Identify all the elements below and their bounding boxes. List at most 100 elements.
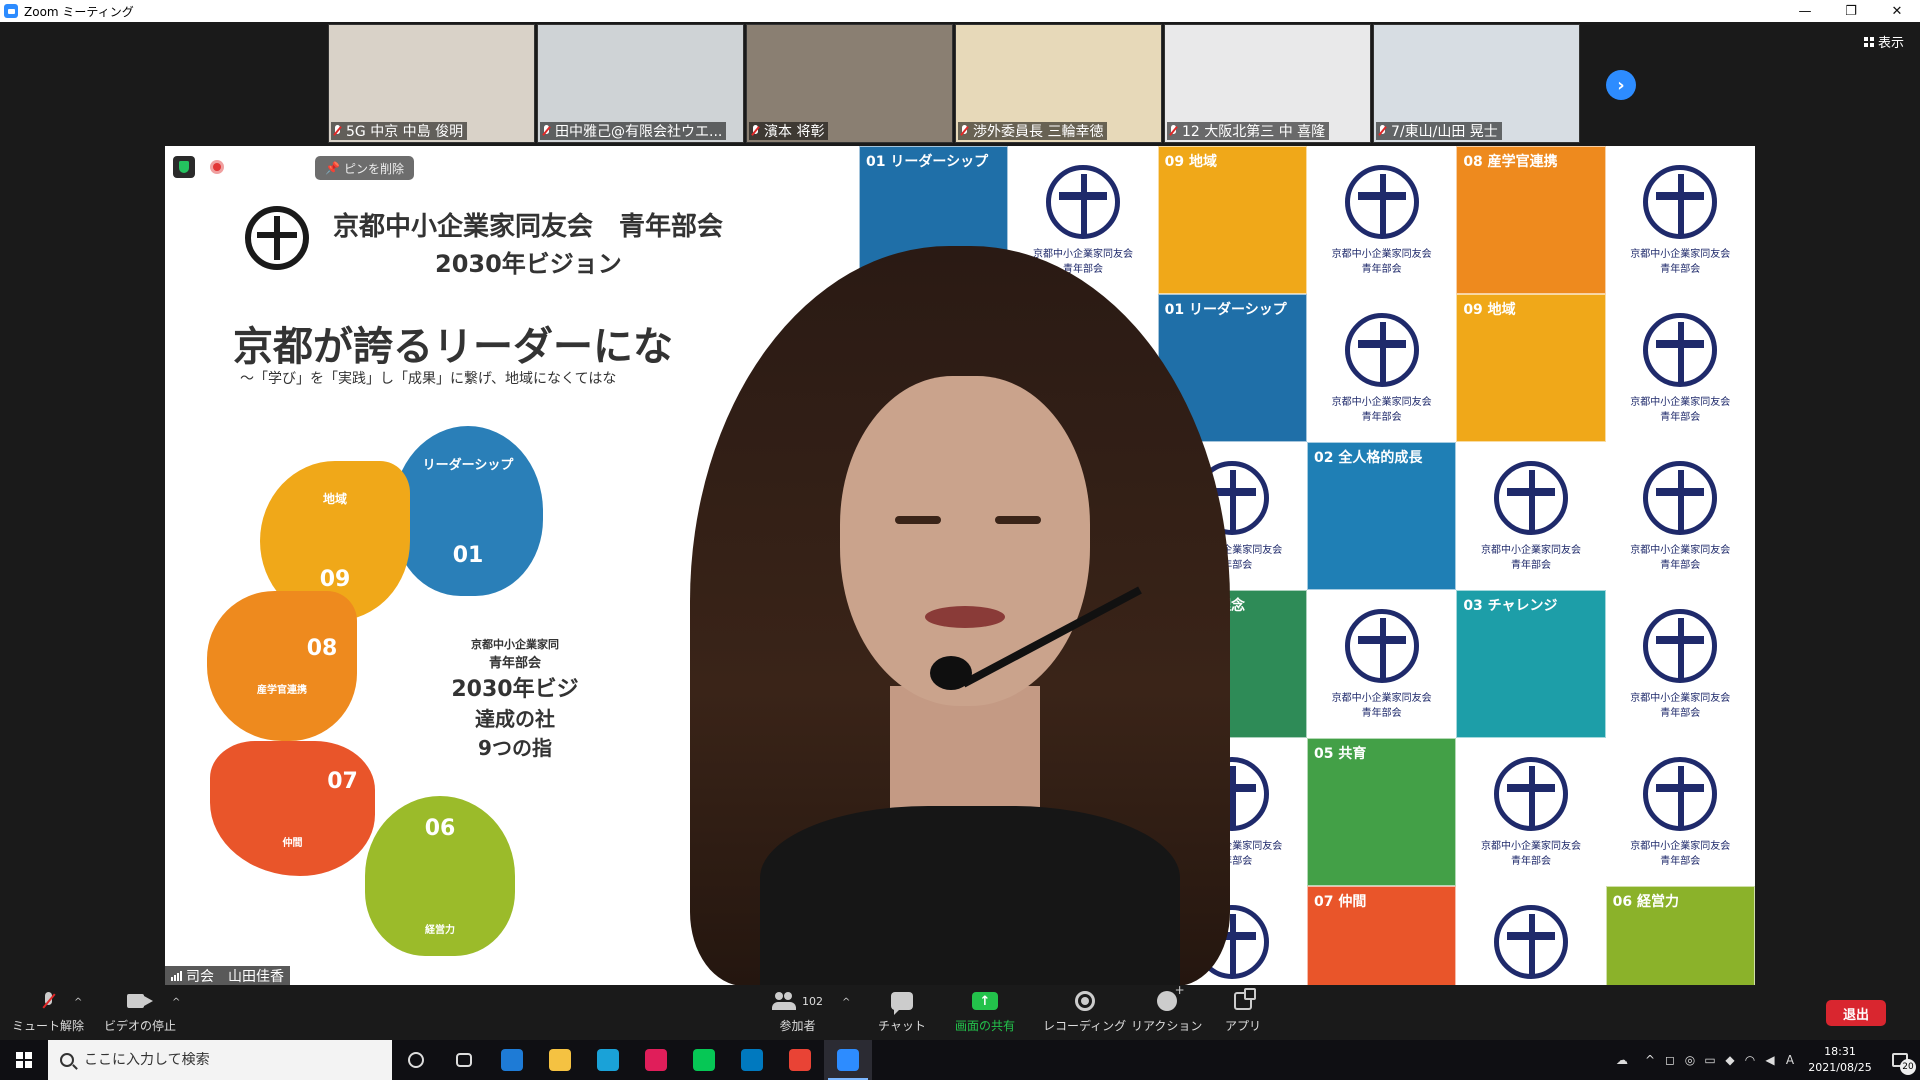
volume-icon[interactable]: ◀ (1760, 1040, 1780, 1080)
dropbox-icon[interactable]: ◆ (1720, 1040, 1740, 1080)
participants-label: 参加者 (779, 1019, 816, 1033)
taskbar-app-widgets[interactable] (440, 1040, 488, 1080)
taskbar-clock[interactable]: 18:31 2021/08/25 (1800, 1044, 1880, 1076)
tile-goal: 03 チャレンジ (1456, 590, 1606, 738)
minimize-button[interactable]: — (1782, 0, 1828, 22)
petal-label: 経営力 (425, 925, 455, 936)
maximize-button[interactable]: ❐ (1828, 0, 1874, 22)
org-emblem-icon (1344, 609, 1419, 683)
participant-name-label: 12 大阪北第三 中 喜隆 (1182, 124, 1326, 140)
main-video[interactable]: 京都中小企業家同友会 青年部会 2030年ビジョン 京都が誇るリーダーにな 〜「… (165, 146, 1755, 986)
show-hidden-icons-caret[interactable]: ^ (1640, 1040, 1660, 1080)
wifi-icon[interactable]: ◠ (1740, 1040, 1760, 1080)
tile-goal: 02 全人格的成長 (1306, 442, 1457, 590)
zoom-icon (837, 1049, 859, 1071)
tile-logo: 京都中小企業家同友会青年部会 (1605, 294, 1755, 442)
unmute-button[interactable]: ミュート解除 (12, 989, 84, 1034)
mic-muted-icon (1169, 124, 1178, 138)
leave-meeting-button[interactable]: 退出 (1826, 1000, 1886, 1026)
clock-date: 2021/08/25 (1808, 1061, 1872, 1074)
taskbar-app-edge[interactable] (584, 1040, 632, 1080)
taskbar-app-trello[interactable] (728, 1040, 776, 1080)
tile-goal-tag: 08 産学官連携 (1463, 154, 1558, 170)
mic-muted-icon (1378, 124, 1387, 138)
mic-muted-icon (960, 124, 969, 138)
unpin-button[interactable]: 📌 ピンを削除 (315, 156, 414, 180)
center-line-2: 青年部会 (488, 656, 541, 671)
record-label: レコーディング (1043, 1019, 1127, 1033)
org-emblem-icon (1045, 165, 1120, 239)
tile-logo-caption: 京都中小企業家同友会 (1630, 397, 1731, 408)
windows-taskbar: ☁ ^ ◻ ◎ ▭ ◆ ◠ ◀ A 18:31 2021/08/25 20 (0, 1040, 1920, 1080)
taskbar-app-slack[interactable] (632, 1040, 680, 1080)
tile-logo-caption: 青年部会 (1361, 708, 1402, 719)
chat-button[interactable]: チャット (878, 989, 926, 1034)
participant-name: 7/東山/山田 晃士 (1376, 122, 1502, 140)
unmute-label: ミュート解除 (12, 1019, 85, 1033)
participant-name-label: 7/東山/山田 晃士 (1391, 124, 1498, 140)
tile-goal-tag: 03 チャレンジ (1463, 598, 1558, 614)
security-shield-icon[interactable] (173, 156, 195, 178)
chat-icon (890, 992, 913, 1015)
org-emblem-icon (1493, 905, 1568, 979)
video-options-caret[interactable]: ^ (172, 997, 180, 1008)
tile-logo-caption: 青年部会 (1660, 412, 1701, 423)
participant-tile[interactable]: 濱本 将彰 (746, 24, 953, 143)
participant-tile[interactable]: 渉外委員長 三輪幸徳 (955, 24, 1162, 143)
share-screen-button[interactable]: ↑ 画面の共有 (955, 989, 1015, 1034)
taskbar-app-chrome[interactable] (776, 1040, 824, 1080)
network-icon[interactable]: ▭ (1700, 1040, 1720, 1080)
task-view-icon (408, 1052, 424, 1068)
ime-indicator[interactable]: A (1780, 1040, 1800, 1080)
tray-app-icon[interactable]: ◻ (1660, 1040, 1680, 1080)
wheel-center-text: 京都中小企業家同 青年部会 2030年ビジ 達成の社 9つの指 (395, 636, 635, 761)
tile-logo-caption: 京都中小企業家同友会 (1331, 693, 1432, 704)
tile-goal: 07 仲間 (1306, 886, 1457, 986)
tile-goal-tag: 01 リーダーシップ (866, 154, 989, 170)
participant-name-label: 濱本 将彰 (764, 124, 825, 140)
tile-goal: 08 産学官連携 (1456, 146, 1606, 294)
security-icon[interactable]: ◎ (1680, 1040, 1700, 1080)
taskbar-app-bw[interactable] (488, 1040, 536, 1080)
reactions-button[interactable]: リアクション (1131, 983, 1202, 1034)
participants-icon (772, 992, 796, 1010)
taskbar-app-line[interactable] (680, 1040, 728, 1080)
taskbar-search[interactable] (48, 1040, 392, 1080)
participant-tile[interactable]: 12 大阪北第三 中 喜隆 (1164, 24, 1371, 143)
close-button[interactable]: ✕ (1874, 0, 1920, 22)
meeting-area: 5G 中京 中島 俊明 田中雅己@有限会社ウエ... 濱本 将彰 渉外委員長 三輪幸徳… (0, 22, 1920, 986)
apps-button[interactable]: アプリ (1225, 988, 1262, 1034)
taskbar-app-explorer[interactable] (536, 1040, 584, 1080)
apps-label: アプリ (1225, 1019, 1262, 1033)
petal-label: 地域 (322, 492, 347, 506)
mic-muted-icon (542, 124, 551, 138)
participant-tile[interactable]: 田中雅己@有限会社ウエ... (537, 24, 744, 143)
participant-name: 12 大阪北第三 中 喜隆 (1167, 122, 1330, 140)
unpin-label: ピンを削除 (343, 161, 404, 176)
weather-icon[interactable]: ☁ (1604, 1040, 1640, 1080)
window-title: Zoom ミーティング (24, 4, 134, 19)
record-button[interactable]: レコーディング (1043, 989, 1126, 1034)
participant-tile[interactable]: 5G 中京 中島 俊明 (328, 24, 535, 143)
audio-options-caret[interactable]: ^ (74, 997, 82, 1008)
taskbar-search-input[interactable] (84, 1052, 364, 1068)
taskbar-app-task-view[interactable] (392, 1040, 440, 1080)
center-line-1: 京都中小企業家同 (471, 638, 559, 651)
trello-icon (741, 1049, 763, 1071)
petal-number: 07 (327, 768, 358, 794)
next-page-button[interactable]: › (1606, 70, 1636, 100)
view-button[interactable]: 表示 (1863, 32, 1904, 51)
notification-count: 20 (1900, 1059, 1916, 1075)
stop-video-button[interactable]: ビデオの停止 (104, 989, 176, 1034)
share-screen-label: 画面の共有 (955, 1019, 1016, 1033)
participants-options-caret[interactable]: ^ (842, 997, 850, 1008)
slide-org-title: 京都中小企業家同友会 青年部会 (333, 212, 724, 242)
petal-number: 01 (452, 543, 484, 568)
notification-center-button[interactable]: 20 (1880, 1040, 1920, 1080)
participant-tile[interactable]: 7/東山/山田 晃士 (1373, 24, 1580, 143)
tile-goal: 09 地域 (1456, 294, 1606, 442)
start-button[interactable] (0, 1040, 48, 1080)
participants-button[interactable]: 102 参加者 (772, 989, 823, 1034)
taskbar-app-zoom[interactable] (824, 1040, 872, 1080)
tile-logo-caption: 青年部会 (1660, 264, 1701, 275)
